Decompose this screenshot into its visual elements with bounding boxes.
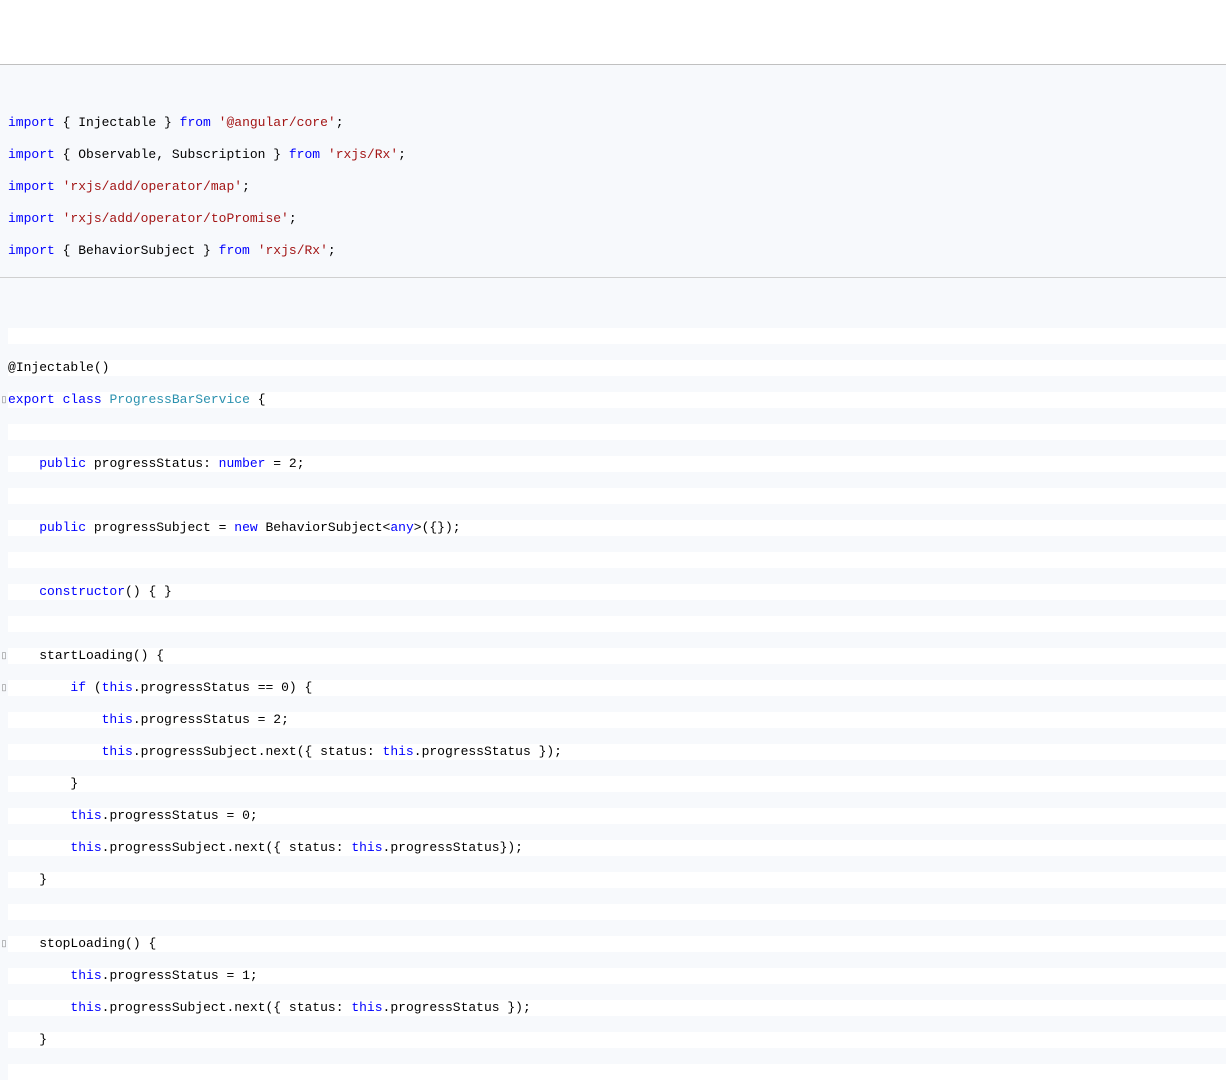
code-line: export class ProgressBarService { [8, 392, 1226, 408]
code-line: this.progressStatus = 0; [8, 808, 1226, 824]
gutter [0, 584, 8, 600]
code-line: this.progressSubject.next({ status: this… [8, 1000, 1226, 1016]
gutter [0, 552, 8, 568]
code-editor[interactable]: import { Injectable } from '@angular/cor… [0, 64, 1226, 1080]
import-block: import { Injectable } from '@angular/cor… [0, 99, 1226, 278]
gutter [0, 147, 8, 163]
fold-icon[interactable]: ▯ [0, 648, 8, 664]
code-line: import 'rxjs/add/operator/map'; [8, 179, 1226, 195]
code-line: this.progressSubject.next({ status: this… [8, 840, 1226, 856]
code-line: this.progressStatus = 2; [8, 712, 1226, 728]
gutter [0, 328, 8, 344]
code-line: } [8, 776, 1226, 792]
code-line [8, 904, 1226, 920]
code-line [8, 328, 1226, 344]
code-line: this.progressStatus = 1; [8, 968, 1226, 984]
gutter [0, 488, 8, 504]
gutter [0, 808, 8, 824]
code-line: @Injectable() [8, 360, 1226, 376]
code-line: import 'rxjs/add/operator/toPromise'; [8, 211, 1226, 227]
gutter [0, 776, 8, 792]
code-line: if (this.progressStatus == 0) { [8, 680, 1226, 696]
code-line: this.progressSubject.next({ status: this… [8, 744, 1226, 760]
gutter [0, 968, 8, 984]
gutter [0, 744, 8, 760]
code-line: stopLoading() { [8, 936, 1226, 952]
code-line: public progressSubject = new BehaviorSub… [8, 520, 1226, 536]
code-line [8, 1064, 1226, 1080]
code-line: import { Injectable } from '@angular/cor… [8, 115, 1226, 131]
code-line [8, 488, 1226, 504]
code-line: } [8, 1032, 1226, 1048]
code-line: startLoading() { [8, 648, 1226, 664]
code-line [8, 424, 1226, 440]
code-line: public progressStatus: number = 2; [8, 456, 1226, 472]
fold-icon[interactable]: ▯ [0, 936, 8, 952]
fold-icon[interactable]: ▯ [0, 680, 8, 696]
gutter [0, 712, 8, 728]
gutter [0, 1032, 8, 1048]
class-block: @Injectable() ▯export class ProgressBarS… [0, 310, 1226, 1080]
code-line: constructor() { } [8, 584, 1226, 600]
gutter [0, 424, 8, 440]
gutter [0, 179, 8, 195]
code-line: } [8, 872, 1226, 888]
gutter [0, 616, 8, 632]
code-line [8, 616, 1226, 632]
gutter [0, 211, 8, 227]
gutter [0, 456, 8, 472]
code-line: import { BehaviorSubject } from 'rxjs/Rx… [8, 243, 1226, 259]
gutter [0, 115, 8, 131]
code-line: import { Observable, Subscription } from… [8, 147, 1226, 163]
gutter [0, 840, 8, 856]
gutter [0, 520, 8, 536]
gutter [0, 872, 8, 888]
fold-icon[interactable]: ▯ [0, 392, 8, 408]
gutter [0, 360, 8, 376]
gutter [0, 243, 8, 259]
gutter [0, 1064, 8, 1080]
gutter [0, 904, 8, 920]
code-line [8, 552, 1226, 568]
gutter [0, 1000, 8, 1016]
